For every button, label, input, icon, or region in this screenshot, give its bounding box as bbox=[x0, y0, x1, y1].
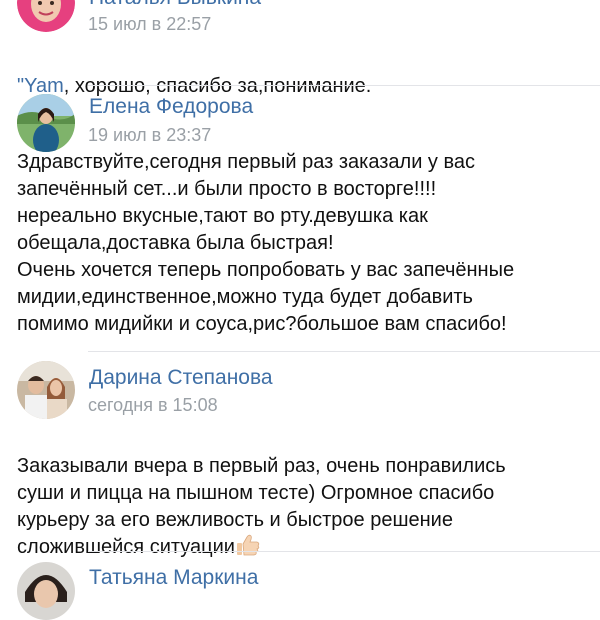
comment-text: "Yam, хорошо, спасибо за,понимание. bbox=[17, 46, 597, 100]
comment-author[interactable]: Дарина Степанова bbox=[89, 366, 273, 390]
thumbs-up-icon bbox=[236, 534, 260, 564]
comment-time: сегодня в 15:08 bbox=[88, 395, 218, 415]
comment-text: Здравствуйте,сегодня первый раз заказали… bbox=[17, 151, 515, 335]
comment-author[interactable]: Елена Федорова bbox=[89, 95, 253, 119]
comment-divider bbox=[88, 85, 600, 86]
comment-text-body: , хорошо, спасибо за,понимание. bbox=[63, 75, 372, 97]
avatar-tatiana[interactable] bbox=[17, 562, 75, 620]
comment-author[interactable]: Татьяна Маркина bbox=[89, 566, 258, 590]
avatar-elena[interactable] bbox=[17, 94, 75, 152]
comment-divider bbox=[88, 351, 600, 352]
comment-time: 19 июл в 23:37 bbox=[88, 125, 212, 145]
avatar-darina[interactable] bbox=[17, 361, 75, 419]
comment-time: 15 июл в 22:57 bbox=[88, 14, 212, 34]
comment-text: Заказывали вчера в первый раз, очень пон… bbox=[17, 426, 597, 564]
comment-divider bbox=[88, 551, 600, 552]
comment-author[interactable]: Наталья Бывкина bbox=[89, 0, 261, 10]
avatar-natalia[interactable] bbox=[17, 0, 75, 32]
comment-text-body: Заказывали вчера в первый раз, очень пон… bbox=[17, 455, 506, 558]
